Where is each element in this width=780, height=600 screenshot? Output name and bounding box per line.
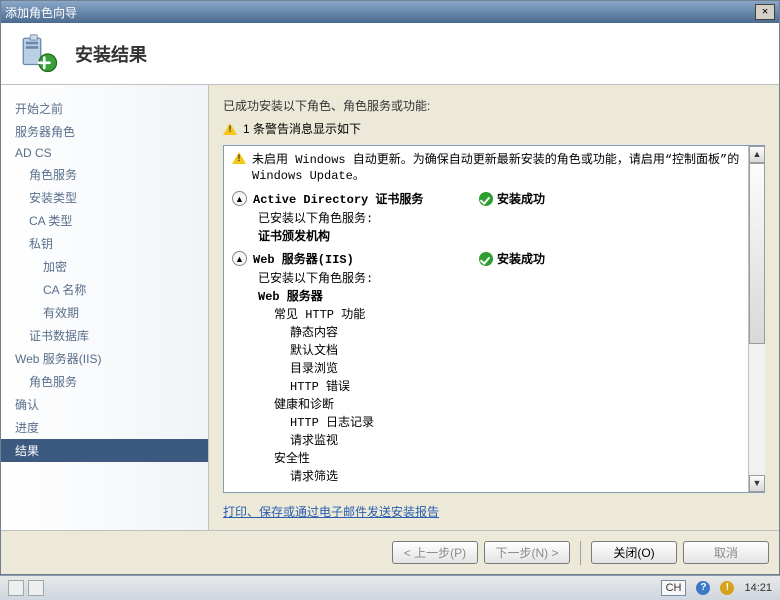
section-title: Web 服务器(IIS) bbox=[253, 250, 473, 267]
wizard-header: 安装结果 bbox=[1, 23, 779, 85]
main-pane: 已成功安装以下角色、角色服务或功能: 1 条警告消息显示如下 未启用 Windo… bbox=[209, 85, 779, 530]
scroll-track[interactable] bbox=[749, 163, 765, 475]
intro-text: 已成功安装以下角色、角色服务或功能: bbox=[223, 97, 765, 114]
success-check-icon bbox=[479, 252, 493, 266]
sidebar-step[interactable]: 进度 bbox=[15, 416, 208, 439]
update-warning-text: 未启用 Windows 自动更新。为确保自动更新最新安装的角色或功能，请启用“控… bbox=[252, 152, 740, 184]
button-separator bbox=[580, 541, 581, 565]
vertical-scrollbar[interactable]: ▲ ▼ bbox=[748, 146, 765, 492]
role-service-tree: 证书颁发机构 bbox=[232, 228, 740, 246]
sidebar-step[interactable]: 角色服务 bbox=[15, 370, 208, 393]
role-service-item: HTTP 日志记录 bbox=[258, 414, 740, 432]
sidebar-step[interactable]: 安装类型 bbox=[15, 186, 208, 209]
wizard-body: 开始之前服务器角色AD CS角色服务安装类型CA 类型私钥加密CA 名称有效期证… bbox=[1, 85, 779, 530]
send-report-link[interactable]: 打印、保存或通过电子邮件发送安装报告 bbox=[223, 505, 439, 519]
role-service-item: 请求筛选 bbox=[258, 468, 740, 486]
sidebar-step[interactable]: 加密 bbox=[15, 255, 208, 278]
warning-icon bbox=[232, 152, 246, 164]
clock: 14:21 bbox=[744, 582, 772, 594]
report-link-row: 打印、保存或通过电子邮件发送安装报告 bbox=[223, 503, 765, 520]
role-service-item: Web 服务器 bbox=[258, 288, 740, 306]
sidebar-step[interactable]: 开始之前 bbox=[15, 97, 208, 120]
sidebar-step[interactable]: AD CS bbox=[15, 143, 208, 163]
taskbar[interactable]: CH ? ! 14:21 bbox=[0, 575, 780, 600]
role-service-item: 常见 HTTP 功能 bbox=[258, 306, 740, 324]
collapse-toggle-icon[interactable]: ▲ bbox=[232, 191, 247, 206]
step-sidebar: 开始之前服务器角色AD CS角色服务安装类型CA 类型私钥加密CA 名称有效期证… bbox=[1, 85, 209, 530]
page-title: 安装结果 bbox=[75, 41, 147, 67]
install-status: 安装成功 bbox=[479, 190, 545, 207]
help-icon[interactable]: ? bbox=[696, 581, 710, 595]
language-indicator[interactable]: CH bbox=[661, 580, 687, 596]
section-sublabel: 已安装以下角色服务: bbox=[232, 269, 740, 286]
scroll-up-button[interactable]: ▲ bbox=[749, 146, 765, 163]
title-bar[interactable]: 添加角色向导 × bbox=[1, 1, 779, 23]
close-button[interactable]: 关闭(O) bbox=[591, 541, 677, 564]
results-panel: 未启用 Windows 自动更新。为确保自动更新最新安装的角色或功能，请启用“控… bbox=[223, 145, 765, 493]
taskbar-app-icon[interactable] bbox=[8, 580, 24, 596]
shield-icon[interactable]: ! bbox=[720, 581, 734, 595]
scroll-down-button[interactable]: ▼ bbox=[749, 475, 765, 492]
update-warning-row: 未启用 Windows 自动更新。为确保自动更新最新安装的角色或功能，请启用“控… bbox=[232, 152, 740, 184]
success-check-icon bbox=[479, 192, 493, 206]
result-section-header: ▲ Active Directory 证书服务安装成功 bbox=[232, 190, 740, 207]
sidebar-step[interactable]: Web 服务器(IIS) bbox=[15, 347, 208, 370]
taskbar-left bbox=[8, 580, 651, 596]
role-service-item: 请求监视 bbox=[258, 432, 740, 450]
sidebar-step[interactable]: 角色服务 bbox=[15, 163, 208, 186]
role-service-item: 证书颁发机构 bbox=[258, 228, 740, 246]
cancel-button: 取消 bbox=[683, 541, 769, 564]
section-title: Active Directory 证书服务 bbox=[253, 190, 473, 207]
taskbar-app-icon[interactable] bbox=[28, 580, 44, 596]
result-section-header: ▲ Web 服务器(IIS) 安装成功 bbox=[232, 250, 740, 267]
warning-icon bbox=[223, 123, 237, 135]
sidebar-step[interactable]: 有效期 bbox=[15, 301, 208, 324]
close-icon[interactable]: × bbox=[755, 4, 775, 20]
next-button: 下一步(N) > bbox=[484, 541, 570, 564]
server-role-icon bbox=[17, 32, 61, 76]
role-service-item: 静态内容 bbox=[258, 324, 740, 342]
warning-summary-row: 1 条警告消息显示如下 bbox=[223, 120, 765, 137]
scroll-thumb[interactable] bbox=[749, 163, 765, 344]
role-service-tree: Web 服务器常见 HTTP 功能静态内容默认文档目录浏览HTTP 错误健康和诊… bbox=[232, 288, 740, 486]
back-button: < 上一步(P) bbox=[392, 541, 478, 564]
warning-summary-text: 1 条警告消息显示如下 bbox=[243, 120, 361, 137]
results-content: 未启用 Windows 自动更新。为确保自动更新最新安装的角色或功能，请启用“控… bbox=[224, 146, 748, 492]
role-service-item: 默认文档 bbox=[258, 342, 740, 360]
role-service-item: 健康和诊断 bbox=[258, 396, 740, 414]
sidebar-step[interactable]: 确认 bbox=[15, 393, 208, 416]
collapse-toggle-icon[interactable]: ▲ bbox=[232, 251, 247, 266]
sidebar-step[interactable]: 结果 bbox=[1, 439, 208, 462]
sidebar-step[interactable]: CA 名称 bbox=[15, 278, 208, 301]
role-service-item: HTTP 错误 bbox=[258, 378, 740, 396]
sidebar-step[interactable]: CA 类型 bbox=[15, 209, 208, 232]
wizard-window: 添加角色向导 × 安装结果 开始之前服务器角色AD CS角色服务安装类型CA 类… bbox=[0, 0, 780, 575]
install-status: 安装成功 bbox=[479, 250, 545, 267]
role-service-item: 安全性 bbox=[258, 450, 740, 468]
section-sublabel: 已安装以下角色服务: bbox=[232, 209, 740, 226]
wizard-footer: < 上一步(P) 下一步(N) > 关闭(O) 取消 bbox=[1, 530, 779, 574]
window-title: 添加角色向导 bbox=[5, 4, 755, 21]
role-service-item: 目录浏览 bbox=[258, 360, 740, 378]
sidebar-step[interactable]: 证书数据库 bbox=[15, 324, 208, 347]
sidebar-step[interactable]: 服务器角色 bbox=[15, 120, 208, 143]
sidebar-step[interactable]: 私钥 bbox=[15, 232, 208, 255]
